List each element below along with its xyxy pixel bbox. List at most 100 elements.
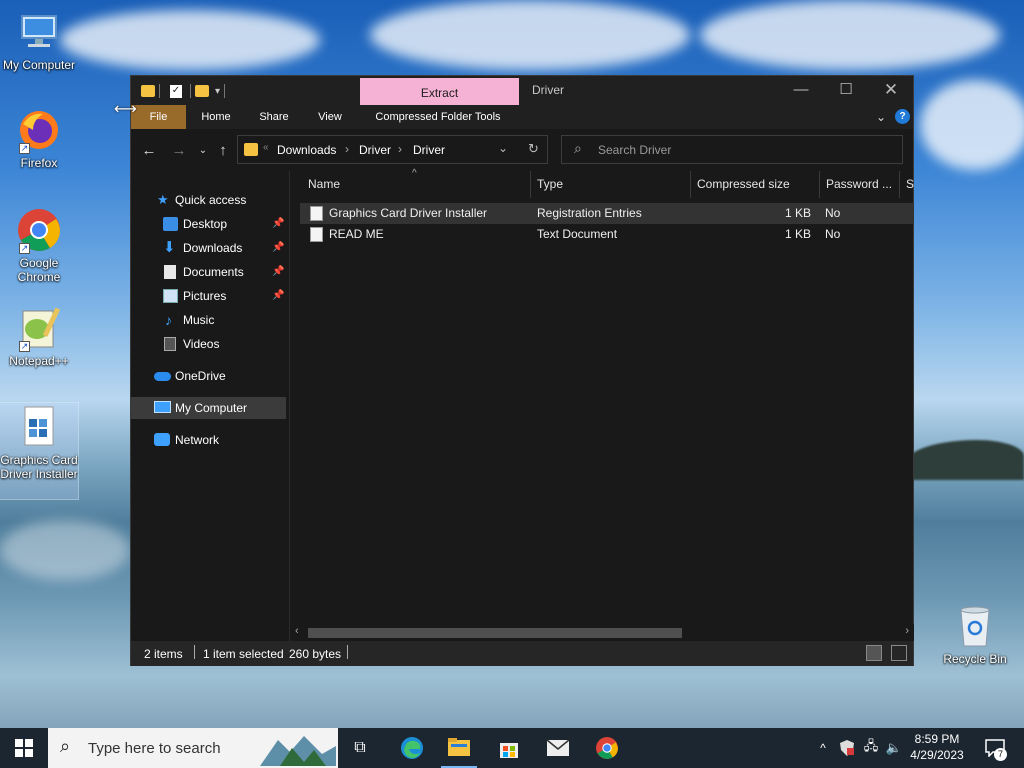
column-header-name[interactable]: Name bbox=[302, 171, 531, 198]
details-view-button[interactable] bbox=[866, 645, 882, 661]
pin-icon[interactable]: 📌 bbox=[272, 285, 284, 307]
breadcrumb-driver-current[interactable]: Driver bbox=[413, 143, 445, 157]
clock[interactable]: 8:59 PM 4/29/2023 bbox=[902, 731, 972, 763]
new-folder-icon[interactable] bbox=[195, 85, 209, 97]
search-highlight-mountains-icon bbox=[260, 736, 336, 766]
address-dropdown-icon[interactable]: ⌄ bbox=[498, 141, 508, 155]
sidebar-item-desktop[interactable]: Desktop 📌 bbox=[131, 213, 286, 235]
file-type: Registration Entries bbox=[537, 206, 642, 220]
file-list-pane[interactable]: ^ Name Type Compressed size Password ...… bbox=[289, 168, 914, 641]
forward-arrow-icon[interactable]: → bbox=[169, 141, 189, 161]
overflow-crumb[interactable]: « bbox=[263, 142, 269, 153]
navigation-bar: ← → ⌄ ↑ « Downloads › Driver › Driver ⌄ … bbox=[131, 129, 913, 171]
recent-locations-icon[interactable]: ⌄ bbox=[193, 141, 213, 161]
maximize-button[interactable]: ☐ bbox=[823, 76, 869, 105]
tab-view[interactable]: View bbox=[307, 105, 353, 129]
task-view-icon[interactable]: ⧉ bbox=[342, 728, 378, 768]
expand-ribbon-icon[interactable]: ⌄ bbox=[871, 105, 891, 129]
taskbar-search-input[interactable] bbox=[88, 738, 258, 758]
contextual-tab-extract[interactable]: Extract bbox=[360, 78, 519, 105]
customize-toolbar-icon[interactable]: ▾ bbox=[215, 86, 220, 97]
desktop-icon-graphics-installer[interactable]: Graphics Card Driver Installer bbox=[0, 402, 79, 500]
breadcrumb-driver[interactable]: Driver bbox=[359, 143, 391, 157]
scrollbar-thumb[interactable] bbox=[308, 628, 682, 638]
sidebar-item-music[interactable]: ♪ Music bbox=[131, 309, 286, 331]
start-button[interactable] bbox=[0, 728, 48, 768]
horizontal-scrollbar[interactable]: ‹ › bbox=[290, 624, 914, 641]
explorer-window[interactable]: ✓ ▾ Extract Driver — ☐ ✕ File Home Share… bbox=[130, 75, 914, 666]
edge-icon[interactable] bbox=[394, 728, 430, 768]
file-compressed-size: 1 KB bbox=[784, 206, 811, 220]
file-name: READ ME bbox=[329, 227, 384, 241]
title-bar[interactable]: ✓ ▾ Extract Driver — ☐ ✕ bbox=[131, 76, 913, 105]
star-icon: ★ bbox=[157, 192, 169, 207]
help-icon[interactable]: ? bbox=[895, 109, 910, 124]
quick-access-toolbar: ✓ ▾ bbox=[141, 82, 229, 100]
sidebar-item-videos[interactable]: Videos bbox=[131, 333, 286, 355]
mail-icon[interactable] bbox=[540, 728, 576, 768]
pin-icon[interactable]: 📌 bbox=[272, 213, 284, 235]
taskbar: ⌕ ⧉ ^ 🖧 🔈 8:59 PM 4/29/2023 7 bbox=[0, 728, 1024, 768]
desktop-icon-notepadpp[interactable]: ↗ Notepad++ bbox=[0, 304, 78, 368]
network-icon bbox=[154, 433, 170, 446]
scroll-left-icon[interactable]: ‹ bbox=[295, 625, 299, 637]
search-box[interactable]: ⌕ bbox=[561, 135, 903, 164]
island bbox=[905, 440, 1024, 480]
search-icon: ⌕ bbox=[574, 140, 582, 156]
sidebar-item-onedrive[interactable]: OneDrive bbox=[131, 365, 286, 387]
desktop-folder-icon bbox=[163, 217, 178, 231]
desktop-icon-firefox[interactable]: ↗ Firefox bbox=[0, 106, 78, 170]
status-bytes: 260 bytes bbox=[289, 647, 342, 661]
cloud-icon bbox=[154, 372, 171, 381]
cloud bbox=[920, 80, 1024, 170]
navigation-pane: ★ Quick access Desktop 📌 ⬇ Downloads 📌 D… bbox=[131, 171, 289, 641]
tab-compressed-folder-tools[interactable]: Compressed Folder Tools bbox=[365, 105, 511, 129]
sidebar-item-documents[interactable]: Documents 📌 bbox=[131, 261, 286, 283]
file-explorer-icon[interactable] bbox=[441, 728, 477, 768]
column-header-type[interactable]: Type bbox=[531, 171, 691, 198]
tab-home[interactable]: Home bbox=[192, 105, 240, 129]
security-shield-icon[interactable] bbox=[836, 728, 858, 768]
notification-center-icon[interactable]: 7 bbox=[980, 728, 1010, 768]
store-icon[interactable] bbox=[491, 728, 527, 768]
refresh-icon[interactable]: ↻ bbox=[528, 141, 539, 157]
clock-date: 4/29/2023 bbox=[910, 748, 964, 762]
tab-file[interactable]: File bbox=[131, 105, 186, 129]
table-row[interactable]: Graphics Card Driver Installer Registrati… bbox=[300, 203, 914, 224]
sidebar-item-network[interactable]: Network bbox=[131, 429, 286, 451]
table-row[interactable]: READ ME Text Document 1 KB No bbox=[300, 224, 914, 245]
network-tray-icon[interactable]: 🖧 bbox=[860, 728, 882, 768]
column-header-password[interactable]: Password ... bbox=[820, 171, 900, 198]
video-icon bbox=[164, 337, 176, 351]
column-header-size[interactable]: Si bbox=[900, 171, 914, 198]
close-button[interactable]: ✕ bbox=[868, 76, 914, 105]
desktop-icon-my-computer[interactable]: My Computer bbox=[0, 8, 78, 72]
file-password: No bbox=[825, 227, 841, 241]
search-input[interactable] bbox=[598, 141, 888, 159]
scroll-right-icon[interactable]: › bbox=[905, 625, 909, 637]
minimize-button[interactable]: — bbox=[778, 76, 824, 105]
column-header-compressed-size[interactable]: Compressed size bbox=[691, 171, 820, 198]
back-arrow-icon[interactable]: ← bbox=[139, 141, 159, 161]
chrome-taskbar-icon[interactable] bbox=[589, 728, 625, 768]
taskbar-search-box[interactable]: ⌕ bbox=[48, 728, 338, 768]
sidebar-item-downloads[interactable]: ⬇ Downloads 📌 bbox=[131, 237, 286, 259]
pin-icon[interactable]: 📌 bbox=[272, 237, 284, 259]
address-bar[interactable]: « Downloads › Driver › Driver ⌄ ↻ bbox=[237, 135, 548, 164]
computer-icon bbox=[154, 401, 171, 413]
sidebar-item-quick-access[interactable]: ★ Quick access bbox=[131, 189, 286, 211]
large-icons-view-button[interactable] bbox=[891, 645, 907, 661]
up-arrow-icon[interactable]: ↑ bbox=[213, 141, 233, 161]
pin-icon[interactable]: 📌 bbox=[272, 261, 284, 283]
windows-logo-icon bbox=[15, 739, 33, 757]
tab-share[interactable]: Share bbox=[250, 105, 298, 129]
show-hidden-icons-chevron-icon[interactable]: ^ bbox=[812, 728, 834, 768]
registry-file-icon bbox=[310, 206, 323, 221]
properties-check-icon[interactable]: ✓ bbox=[170, 84, 182, 98]
desktop-icon-chrome[interactable]: ↗ Google Chrome bbox=[0, 206, 78, 284]
sidebar-item-pictures[interactable]: Pictures 📌 bbox=[131, 285, 286, 307]
ribbon-tabs: File Home Share View Compressed Folder T… bbox=[131, 105, 913, 129]
breadcrumb-downloads[interactable]: Downloads bbox=[277, 143, 336, 157]
sidebar-item-my-computer[interactable]: My Computer bbox=[131, 397, 286, 419]
desktop-icon-recycle-bin[interactable]: Recycle Bin bbox=[936, 602, 1014, 666]
